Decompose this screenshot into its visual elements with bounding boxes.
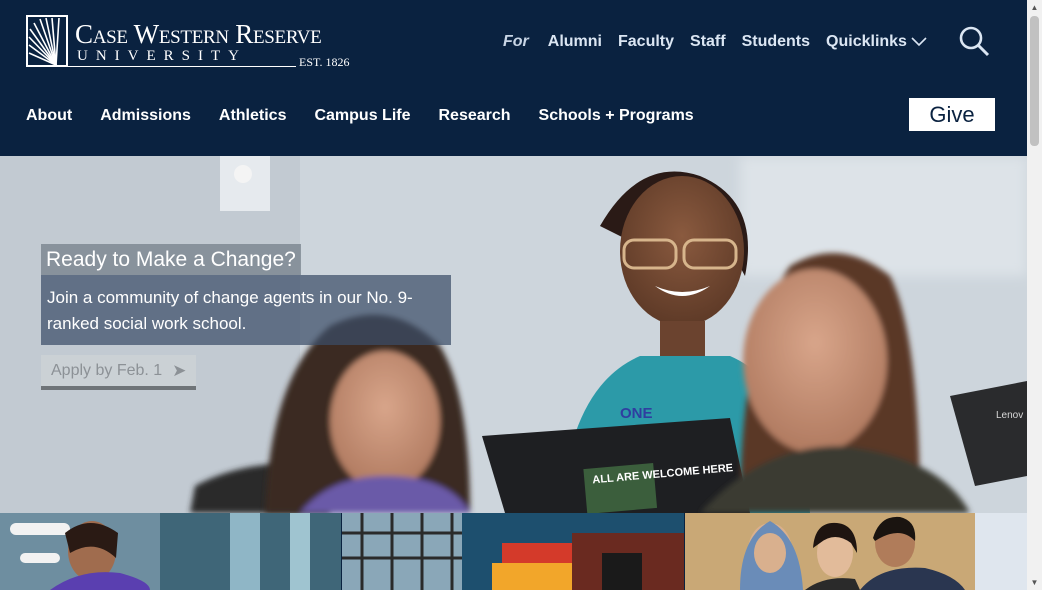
feature-tile-1-image xyxy=(0,513,341,590)
feature-tile-3[interactable] xyxy=(685,513,1027,590)
site-header: Case Western Reserve UNIVERSITY EST. 182… xyxy=(0,0,1027,156)
audience-prefix: For xyxy=(503,33,529,50)
hero-description: Join a community of change agents in our… xyxy=(41,275,451,345)
audience-link-students[interactable]: Students xyxy=(742,33,810,51)
feature-tile-1[interactable] xyxy=(0,513,341,590)
nav-schools-programs[interactable]: Schools + Programs xyxy=(539,107,694,125)
university-logo[interactable]: Case Western Reserve UNIVERSITY EST. 182… xyxy=(26,15,358,71)
laptop-brand: Lenov xyxy=(996,410,1023,421)
quicklinks-label: Quicklinks xyxy=(826,33,907,50)
audience-nav: For Alumni Faculty Staff Students Quickl… xyxy=(503,31,927,53)
sunburst-logo-icon xyxy=(26,15,68,67)
scroll-down-icon[interactable]: ▼ xyxy=(1027,575,1042,590)
logo-rule xyxy=(26,66,296,67)
feature-tile-2[interactable] xyxy=(342,513,684,590)
audience-link-faculty[interactable]: Faculty xyxy=(618,33,674,51)
feature-tile-2-image xyxy=(342,513,684,590)
quicklinks-toggle[interactable]: Quicklinks xyxy=(826,33,927,51)
nav-campus-life[interactable]: Campus Life xyxy=(314,107,410,125)
audience-link-staff[interactable]: Staff xyxy=(690,33,726,51)
hero-apply-button[interactable]: Apply by Feb. 1 ➤ xyxy=(41,355,196,390)
scroll-up-icon[interactable]: ▲ xyxy=(1027,0,1042,15)
shirt-print: ONE xyxy=(620,405,653,422)
nav-about[interactable]: About xyxy=(26,107,72,125)
page: Case Western Reserve UNIVERSITY EST. 182… xyxy=(0,0,1027,590)
feature-tiles xyxy=(0,513,1027,590)
hero-apply-label: Apply by Feb. 1 xyxy=(51,361,163,379)
chevron-down-icon xyxy=(911,37,927,47)
hero-banner: ONE ALL ARE WELCOME HERE Lenov Ready to … xyxy=(0,156,1027,513)
arrow-right-icon: ➤ xyxy=(172,360,187,380)
scroll-thumb[interactable] xyxy=(1030,16,1039,146)
logo-established: EST. 1826 xyxy=(299,55,350,69)
nav-admissions[interactable]: Admissions xyxy=(100,107,191,125)
audience-link-alumni[interactable]: Alumni xyxy=(548,33,602,51)
logo-wordmark: Case Western Reserve xyxy=(75,19,322,49)
vertical-scrollbar[interactable]: ▲ ▼ xyxy=(1027,0,1042,590)
main-nav: About Admissions Athletics Campus Life R… xyxy=(26,107,722,125)
nav-research[interactable]: Research xyxy=(438,107,510,125)
give-button[interactable]: Give xyxy=(909,98,995,131)
feature-tile-3-image xyxy=(685,513,1027,590)
hero-title: Ready to Make a Change? xyxy=(41,244,301,275)
search-icon[interactable] xyxy=(958,25,990,57)
nav-athletics[interactable]: Athletics xyxy=(219,107,287,125)
logo-university: UNIVERSITY xyxy=(77,48,247,64)
